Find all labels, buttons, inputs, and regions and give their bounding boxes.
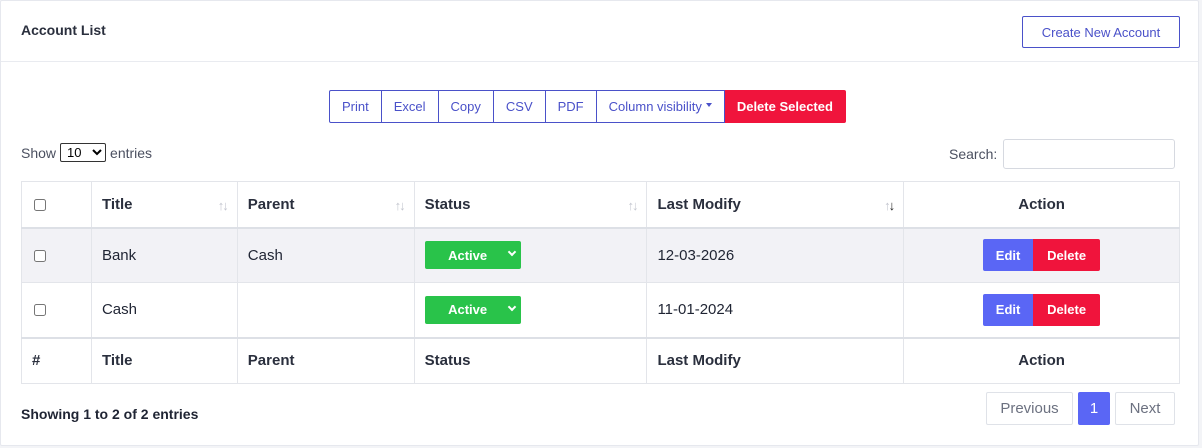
header-parent[interactable]: Parent ↑↓ [236, 181, 415, 229]
status-cell: Active [413, 282, 648, 338]
parent-cell [236, 282, 415, 338]
entries-select[interactable]: 10 [60, 143, 107, 162]
header-title[interactable]: Title ↑↓ [90, 181, 238, 229]
action-cell: Edit Delete [903, 282, 1180, 338]
show-label: Show [21, 144, 57, 161]
status-dropdown[interactable]: Active [424, 295, 521, 324]
footer-action: Action [903, 336, 1180, 384]
edit-button[interactable]: Edit [983, 293, 1034, 326]
column-visibility-button[interactable]: Column visibility [596, 90, 725, 123]
footer-last-modify: Last Modify [646, 336, 905, 384]
card-header: Account List Create New Account [1, 1, 1198, 62]
delete-selected-button[interactable]: Delete Selected [724, 90, 846, 123]
search-control: Search: [949, 139, 1176, 169]
sort-icon: ↑↓ [394, 198, 406, 213]
row-actions: Edit Delete [914, 293, 1169, 326]
title-cell: Cash [90, 282, 238, 338]
delete-button[interactable]: Delete [1033, 239, 1101, 272]
footer-parent: Parent [236, 336, 415, 384]
page-1-button[interactable]: 1 [1078, 392, 1110, 425]
sort-icon: ↑↓ [217, 198, 229, 213]
header-parent-label: Parent [247, 195, 295, 213]
previous-page-button[interactable]: Previous [986, 392, 1073, 425]
header-last-modify-label: Last Modify [657, 195, 741, 213]
pdf-button[interactable]: PDF [545, 90, 597, 123]
pagination: Previous 1 Next [986, 392, 1175, 425]
header-status-label: Status [424, 195, 471, 213]
copy-button[interactable]: Copy [438, 90, 494, 123]
header-last-modify[interactable]: Last Modify ↑↓ [646, 181, 905, 229]
footer-index: # [21, 336, 92, 384]
row-select-cell [21, 282, 92, 338]
footer-status: Status [413, 336, 648, 384]
row-select-cell [21, 227, 92, 283]
csv-button[interactable]: CSV [493, 90, 546, 123]
table-header-row: Title ↑↓ Parent ↑↓ Status ↑↓ Last Modify… [21, 181, 1180, 229]
status-value: Active [448, 247, 488, 263]
caret-down-icon [705, 102, 712, 107]
table-row: Cash Active 11-01-2024 Edit Delete [21, 282, 1180, 338]
status-cell: Active [413, 227, 648, 283]
sort-desc-icon: ↑↓ [884, 198, 895, 213]
accounts-table: Title ↑↓ Parent ↑↓ Status ↑↓ Last Modify… [21, 181, 1180, 384]
account-list-card: Account List Create New Account Print Ex… [0, 0, 1199, 446]
last-modify-cell: 12-03-2026 [646, 227, 905, 283]
sort-icon: ↑↓ [627, 198, 638, 213]
row-checkbox[interactable] [34, 249, 46, 262]
length-control: Show 10 entries [21, 143, 152, 162]
print-button[interactable]: Print [329, 90, 382, 123]
status-dropdown[interactable]: Active [424, 241, 521, 270]
last-modify-cell: 11-01-2024 [646, 282, 905, 338]
select-all-checkbox[interactable] [34, 198, 46, 211]
page-title: Account List [21, 22, 106, 38]
header-action: Action [903, 181, 1180, 229]
row-checkbox[interactable] [34, 304, 46, 317]
parent-cell: Cash [236, 227, 415, 283]
table-row: Bank Cash Active 12-03-2026 Edit Delete [21, 227, 1180, 283]
create-new-account-button[interactable]: Create New Account [1022, 16, 1180, 48]
action-cell: Edit Delete [903, 227, 1180, 283]
select-all-header [21, 181, 92, 229]
status-value: Active [448, 302, 488, 318]
footer-title: Title [90, 336, 238, 384]
title-cell: Bank [90, 227, 238, 283]
search-label: Search: [949, 146, 998, 162]
header-title-label: Title [101, 195, 133, 213]
next-page-button[interactable]: Next [1115, 392, 1175, 425]
excel-button[interactable]: Excel [381, 90, 439, 123]
table-info: Showing 1 to 2 of 2 entries [21, 406, 199, 422]
table-footer-row: # Title Parent Status Last Modify Action [21, 336, 1180, 384]
delete-button[interactable]: Delete [1033, 293, 1101, 326]
export-button-group: Print Excel Copy CSV PDF Column visibili… [329, 90, 846, 123]
entries-label: entries [110, 144, 153, 161]
edit-button[interactable]: Edit [983, 239, 1034, 272]
search-input[interactable] [1003, 139, 1176, 169]
column-visibility-label: Column visibility [608, 99, 702, 114]
header-status[interactable]: Status ↑↓ [413, 181, 648, 229]
row-actions: Edit Delete [914, 239, 1169, 272]
